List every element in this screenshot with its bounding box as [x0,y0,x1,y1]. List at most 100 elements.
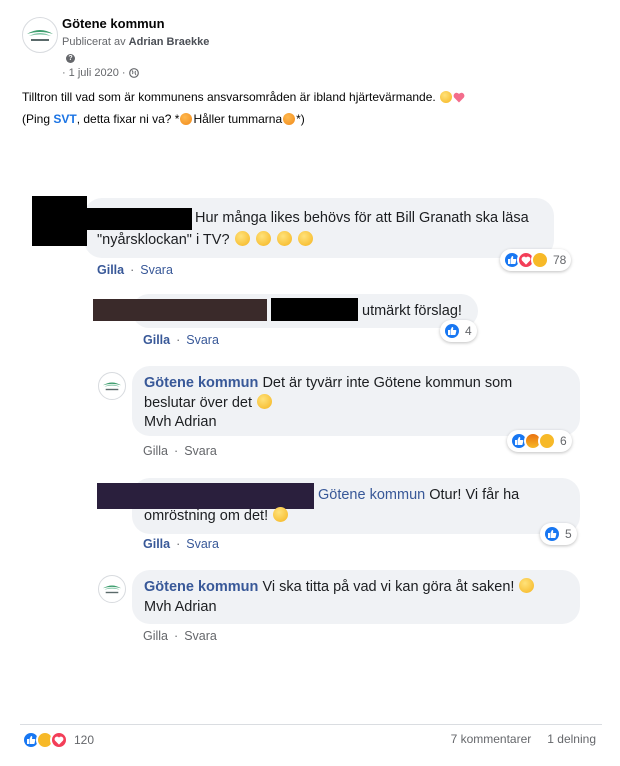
dot-separator: · [121,67,126,79]
crossed-fingers-emoji-icon [283,113,296,125]
like-button[interactable]: Gilla [143,333,170,347]
crossed-fingers-emoji-icon [180,113,193,125]
grin-emoji-icon [255,231,271,246]
reaction-count: 6 [560,434,567,448]
grin-emoji-icon [297,231,313,246]
comment-text: Götene kommun Vi ska titta på vad vi kan… [144,578,535,597]
sad-icon [538,432,556,450]
like-button[interactable]: Gilla [143,537,170,551]
reaction-summary[interactable]: 4 [440,320,477,342]
share-count-link[interactable]: 1 delning [547,732,596,746]
comment-text: "nyårsklockan" i TV? [97,231,314,250]
comment-text: Hur många likes behövs för att Bill Gran… [195,209,529,228]
published-by-prefix: Publicerat av [62,36,126,48]
reply-button[interactable]: Svara [186,333,219,347]
reaction-summary[interactable]: 5 [540,523,577,545]
laughing-emoji-icon [273,507,289,522]
comment-text: Mvh Adrian [144,599,217,615]
like-icon [543,525,561,543]
post-stats: 7 kommentarer 1 delning [451,732,596,746]
post-header: Götene kommun Publicerat av Adrian Braek… [22,14,602,84]
comment-text: beslutar över det [144,394,273,413]
smile-emoji-icon [440,91,453,103]
page-name[interactable]: Götene kommun [62,16,165,31]
globe-icon [128,68,139,78]
comment-count-link[interactable]: 7 kommentarer [451,732,532,746]
post-text-line1: Tilltron till vad som är kommunens ansva… [22,90,602,104]
comment-text: Mvh Adrian [144,414,217,430]
like-button[interactable]: Gilla [143,444,168,458]
logo-icon [102,585,122,594]
reaction-count: 78 [553,253,567,267]
comment-text: omröstning om det! [144,507,289,526]
comment-actions: Gilla · Svara [143,629,217,643]
dot-separator: · [130,263,135,277]
comment-text-line: Vi ska titta på vad vi kan göra åt saken… [262,579,515,595]
reaction-count: 4 [465,324,472,338]
love-icon [50,731,68,749]
reaction-summary[interactable]: 6 [507,430,572,452]
help-icon[interactable]: ? [66,54,75,63]
wink-emoji-icon [519,578,535,593]
haha-icon [531,251,549,269]
page-avatar[interactable] [22,17,58,53]
comment-text-line: omröstning om det! [144,508,269,524]
dot-separator: · [176,333,181,347]
like-button[interactable]: Gilla [97,263,124,277]
comment-actions: Gilla · Svara [97,263,173,277]
comment-text: Götene kommun Otur! Vi får ha [318,486,519,505]
reaction-count: 5 [565,527,572,541]
post-text-line2: (Ping SVT, detta fixar ni va? * Håller tu… [22,112,602,126]
like-button[interactable]: Gilla [143,629,168,643]
svt-mention-link[interactable]: SVT [53,112,76,126]
comment-text-line: Hur många likes behövs för att Bill Gran… [195,210,529,226]
page-avatar[interactable] [98,372,126,400]
reply-button[interactable]: Svara [186,537,219,551]
published-by-author[interactable]: Adrian Braekke [129,36,210,48]
comment-mention-link[interactable]: Götene kommun [318,487,425,503]
comment-author[interactable]: Götene kommun [144,375,258,391]
comment-actions: Gilla · Svara [143,444,217,458]
post-text: Tilltron till vad som är kommunens ansva… [22,90,436,104]
redacted-name [86,208,192,230]
grin-emoji-icon [234,231,250,246]
post-text-part: (Ping [22,112,54,126]
post-text-part: , detta fixar ni va? * [76,112,180,126]
dot-separator: · [62,67,66,79]
redacted-name [97,483,314,509]
like-icon [443,322,461,340]
comment-actions: Gilla · Svara [143,537,219,551]
reply-button[interactable]: Svara [184,629,217,643]
reaction-summary[interactable]: 78 [500,249,572,271]
post-text-part: *) [296,112,305,126]
comment-text: utmärkt förslag! [362,303,462,319]
redacted-avatar [32,196,87,246]
post-reactions[interactable]: 120 [22,731,94,749]
post-reaction-count: 120 [74,733,95,747]
wink-emoji-icon [257,394,273,409]
reply-button[interactable]: Svara [184,444,217,458]
dot-separator: · [176,537,181,551]
comment-text-line: Det är tyvärr inte Götene kommun som [262,375,513,391]
logo-icon [27,30,53,41]
post-text-part: Håller tummarna [193,112,283,126]
comment-text-line: "nyårsklockan" i TV? [97,232,230,248]
comment-actions: Gilla · Svara [143,333,219,347]
grin-emoji-icon [276,231,292,246]
dot-separator: · [174,444,179,458]
footer-divider [20,724,602,725]
heart-emoji-icon [453,92,465,103]
post-date[interactable]: 1 juli 2020 [69,67,119,79]
published-by: Publicerat av Adrian Braekke [62,36,209,48]
reply-button[interactable]: Svara [140,263,173,277]
comment-author[interactable]: Götene kommun [144,579,258,595]
redacted-name [271,298,358,321]
redacted-name [93,299,267,321]
dot-separator: · [174,629,179,643]
logo-icon [102,382,122,391]
comment-text-line: beslutar över det [144,395,253,411]
page-avatar[interactable] [98,575,126,603]
comment-text: Götene kommun Det är tyvärr inte Götene … [144,374,512,393]
post-meta: · 1 juli 2020 · [62,67,139,79]
comment-text-line: Otur! Vi får ha [429,487,520,503]
